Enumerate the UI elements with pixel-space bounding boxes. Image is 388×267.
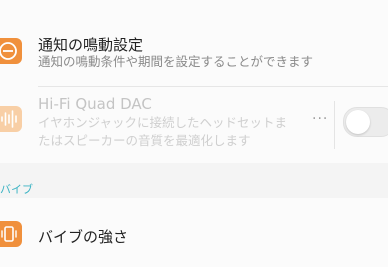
hifi-dac-row[interactable]: Hi-Fi Quad DAC イヤホンジャックに接続したヘッドセットま たはスピ… xyxy=(0,87,388,163)
hifi-title: Hi-Fi Quad DAC xyxy=(38,95,152,113)
notification-setting-row[interactable]: 通知の鳴動設定 通知の鳴動条件や期間を設定することができます xyxy=(0,0,388,86)
notification-icon-box xyxy=(0,38,22,64)
sound-settings-card: 通知の鳴動設定 通知の鳴動条件や期間を設定することができます Hi-Fi Qua… xyxy=(0,0,388,163)
toggle-knob xyxy=(346,110,370,134)
minus-circle-icon xyxy=(0,42,17,60)
audio-wave-icon xyxy=(1,110,17,128)
vibration-strength-row[interactable]: バイブの強さ xyxy=(0,198,388,267)
more-options-button[interactable]: ··· xyxy=(312,111,328,127)
vibration-icon-box xyxy=(0,221,22,247)
notification-title: 通知の鳴動設定 xyxy=(38,36,144,54)
hifi-subtitle-line2: たはスピーカーの音質を最適化します xyxy=(38,133,251,148)
notification-subtitle: 通知の鳴動条件や期間を設定することができます xyxy=(38,54,314,69)
vibration-section-header: バイブ xyxy=(0,183,33,196)
hifi-dac-toggle[interactable] xyxy=(343,107,388,137)
settings-screen: 通知の鳴動設定 通知の鳴動条件や期間を設定することができます Hi-Fi Qua… xyxy=(0,0,388,267)
toggle-separator xyxy=(334,101,335,149)
vibration-title: バイブの強さ xyxy=(38,228,129,246)
hifi-subtitle-line1: イヤホンジャックに接続したヘッドセットま xyxy=(38,115,288,130)
hifi-icon-box xyxy=(0,106,22,132)
vibrate-phone-icon xyxy=(1,226,17,242)
vibration-card: バイブの強さ xyxy=(0,198,388,267)
